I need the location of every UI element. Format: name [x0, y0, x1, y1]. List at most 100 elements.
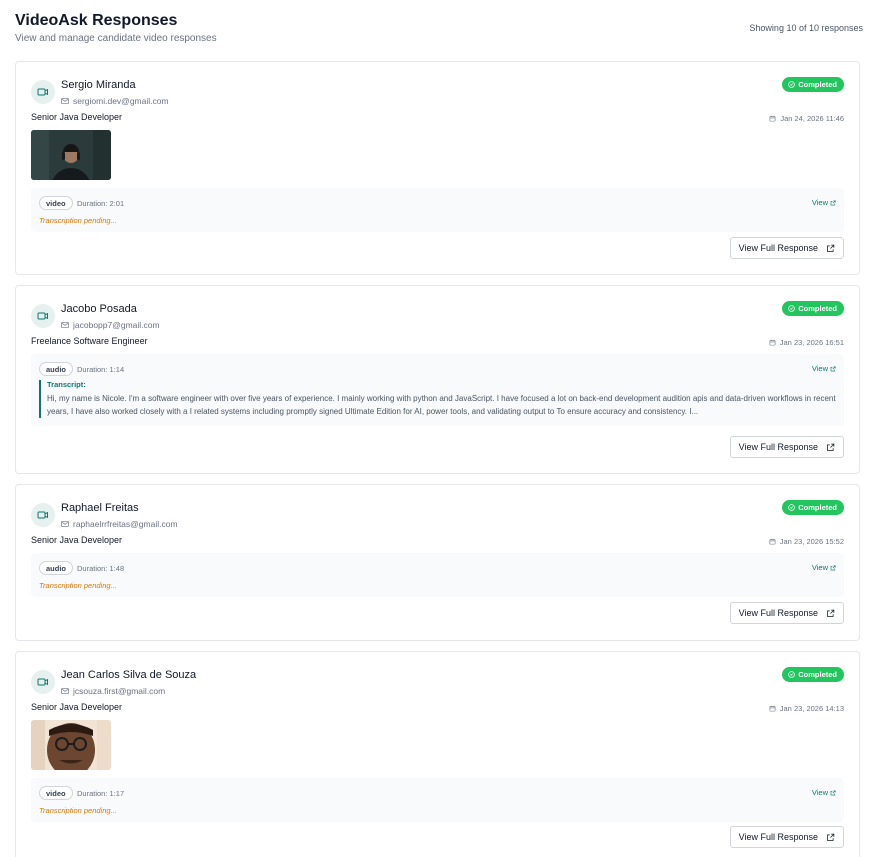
email-text: jacobopp7@gmail.com [73, 320, 160, 330]
view-link[interactable]: View [812, 788, 836, 797]
view-link[interactable]: View [812, 364, 836, 373]
view-link[interactable]: View [812, 198, 836, 207]
candidate-role: Senior Java Developer [31, 112, 123, 122]
mail-icon [61, 322, 69, 328]
external-link-icon [827, 609, 835, 617]
calendar-icon [769, 115, 776, 122]
date-text: Jan 24, 2026 11:46 [780, 114, 844, 123]
status-text: Completed [798, 670, 837, 679]
status-badge: Completed [782, 500, 844, 515]
check-circle-icon [788, 81, 796, 88]
page-header: VideoAsk Responses View and manage candi… [15, 12, 863, 48]
view-full-response-button[interactable]: View Full Response [729, 237, 844, 259]
duration: Duration: 1:48 [77, 564, 125, 573]
external-link-icon [830, 365, 836, 371]
duration: Duration: 2:01 [77, 199, 125, 208]
button-label: View Full Response [738, 243, 818, 253]
candidate-email: sergiomi.dev@gmail.com [61, 96, 169, 106]
candidate-role: Senior Java Developer [31, 702, 123, 712]
transcription-pending: Transcription pending... [39, 216, 117, 225]
response-card: Jean Carlos Silva de Souza jcsouza.first… [15, 651, 860, 857]
video-icon [31, 670, 55, 694]
candidate-name: Raphael Freitas [61, 502, 139, 514]
view-full-response-button[interactable]: View Full Response [729, 602, 844, 624]
response-date: Jan 23, 2026 14:13 [769, 704, 844, 713]
duration: Duration: 1:14 [77, 365, 125, 374]
mail-icon [61, 98, 69, 104]
transcription-pending: Transcription pending... [39, 806, 117, 815]
date-text: Jan 23, 2026 16:51 [779, 338, 844, 347]
transcript-text: Hi, my name is Nicole. I'm a software en… [47, 394, 836, 416]
media-type-pill: video [39, 196, 73, 210]
calendar-icon [769, 705, 776, 712]
email-text: raphaelrrfreitas@gmail.com [73, 519, 178, 529]
candidate-name: Jean Carlos Silva de Souza [61, 669, 197, 681]
response-card: Raphael Freitas raphaelrrfreitas@gmail.c… [15, 484, 860, 641]
external-link-icon [830, 789, 836, 795]
view-full-response-button[interactable]: View Full Response [729, 436, 844, 458]
media-details: video Duration: 2:01 View Transcription … [31, 188, 844, 232]
candidate-email: raphaelrrfreitas@gmail.com [61, 519, 178, 529]
candidate-role: Senior Java Developer [31, 535, 123, 545]
transcript-label: Transcript: [47, 380, 86, 389]
response-date: Jan 23, 2026 15:52 [769, 537, 844, 546]
button-label: View Full Response [738, 442, 818, 452]
video-thumbnail[interactable] [31, 130, 111, 180]
response-card: Jacobo Posada jacobopp7@gmail.com Freela… [15, 285, 860, 474]
external-link-icon [827, 244, 835, 252]
external-link-icon [830, 564, 836, 570]
transcript-block: Transcript: Hi, my name is Nicole. I'm a… [39, 380, 836, 418]
email-text: sergiomi.dev@gmail.com [73, 96, 169, 106]
response-date: Jan 23, 2026 16:51 [769, 338, 844, 347]
media-details: audio Duration: 1:48 View Transcription … [31, 553, 844, 597]
email-text: jcsouza.first@gmail.com [73, 686, 166, 696]
button-label: View Full Response [738, 608, 818, 618]
mail-icon [61, 521, 69, 527]
status-text: Completed [798, 80, 837, 89]
candidate-email: jcsouza.first@gmail.com [61, 686, 165, 696]
date-text: Jan 23, 2026 15:52 [779, 537, 844, 546]
calendar-icon [769, 538, 776, 545]
page-subtitle: View and manage candidate video response… [15, 33, 217, 44]
transcription-pending: Transcription pending... [39, 581, 117, 590]
response-count: Showing 10 of 10 responses [749, 23, 863, 33]
external-link-icon [830, 199, 836, 205]
status-badge: Completed [782, 667, 844, 682]
mail-icon [61, 688, 69, 694]
candidate-name: Jacobo Posada [61, 303, 137, 315]
status-badge: Completed [782, 77, 844, 92]
check-circle-icon [788, 305, 796, 312]
view-link-label: View [811, 364, 828, 373]
video-icon [31, 304, 55, 328]
candidate-role: Freelance Software Engineer [31, 336, 148, 346]
response-date: Jan 24, 2026 11:46 [769, 114, 844, 123]
media-type-pill: video [39, 786, 73, 800]
view-link[interactable]: View [812, 563, 836, 572]
calendar-icon [769, 339, 776, 346]
external-link-icon [827, 443, 835, 451]
status-badge: Completed [782, 301, 844, 316]
page-title: VideoAsk Responses [15, 12, 178, 29]
date-text: Jan 23, 2026 14:13 [779, 704, 844, 713]
candidate-email: jacobopp7@gmail.com [61, 320, 160, 330]
view-link-label: View [811, 563, 828, 572]
check-circle-icon [788, 504, 796, 511]
response-card: Sergio Miranda sergiomi.dev@gmail.com Se… [15, 61, 860, 275]
video-icon [31, 503, 55, 527]
view-full-response-button[interactable]: View Full Response [729, 826, 844, 848]
view-link-label: View [811, 788, 828, 797]
video-icon [31, 80, 55, 104]
status-text: Completed [798, 503, 837, 512]
media-details: audio Duration: 1:14 View Transcript: Hi… [31, 354, 844, 426]
media-type-pill: audio [39, 362, 73, 376]
media-type-pill: audio [39, 561, 73, 575]
external-link-icon [827, 833, 835, 841]
media-details: video Duration: 1:17 View Transcription … [31, 778, 844, 822]
check-circle-icon [788, 671, 796, 678]
video-thumbnail[interactable] [31, 720, 111, 770]
status-text: Completed [798, 304, 837, 313]
button-label: View Full Response [738, 832, 818, 842]
view-link-label: View [811, 198, 828, 207]
candidate-name: Sergio Miranda [61, 79, 136, 91]
duration: Duration: 1:17 [77, 789, 125, 798]
